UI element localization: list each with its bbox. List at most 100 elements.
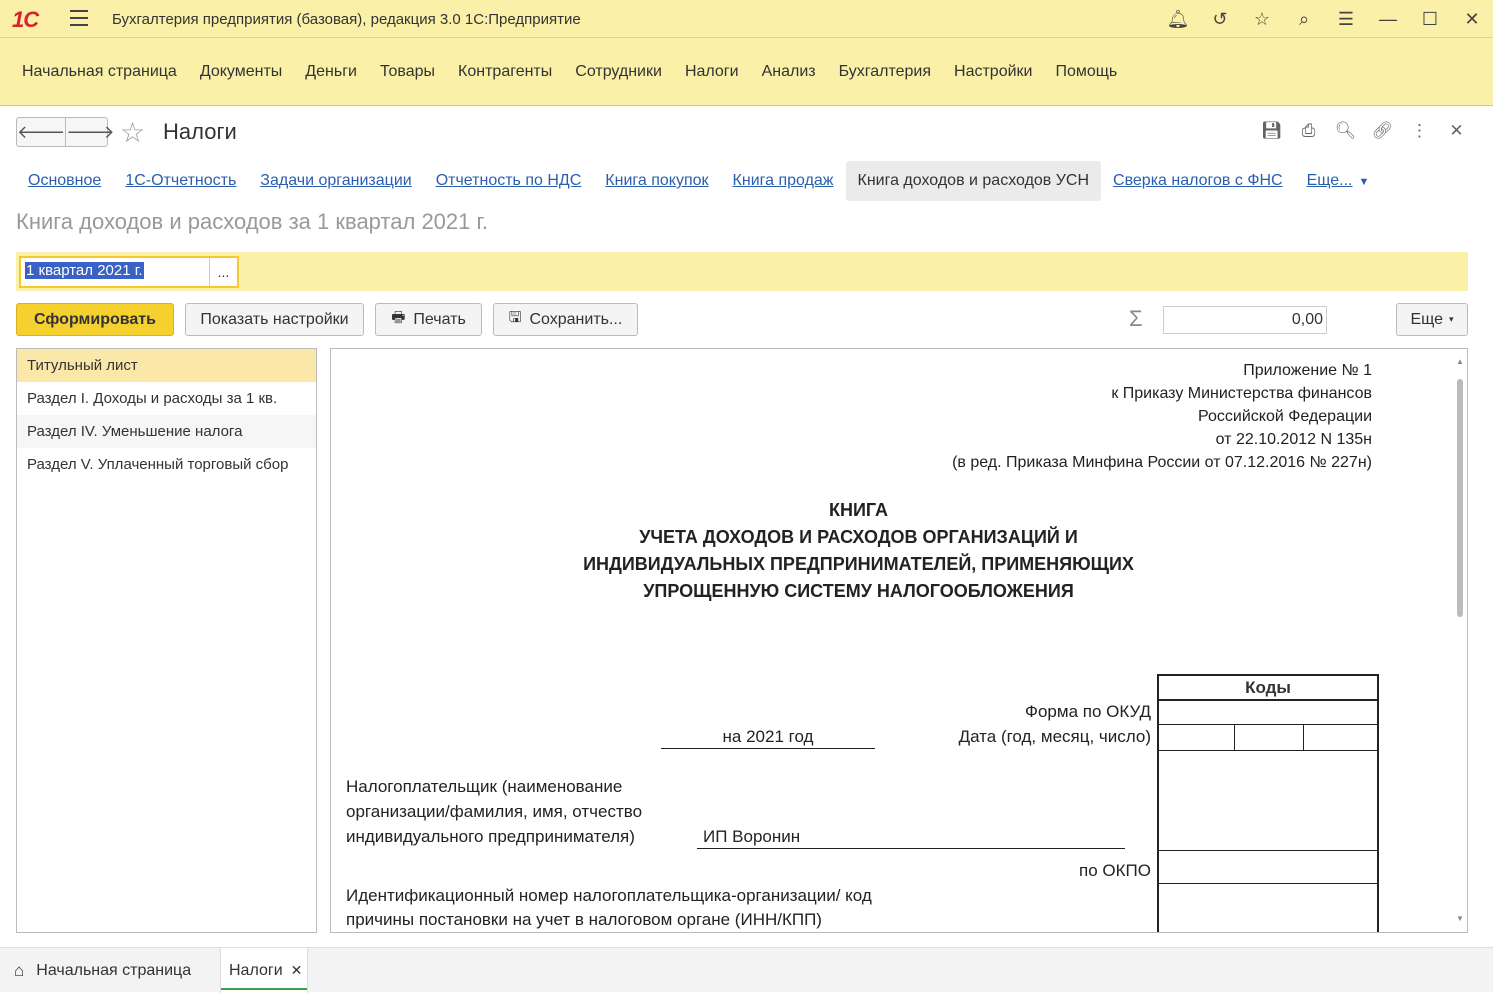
minimize-icon[interactable]: — (1367, 0, 1409, 38)
search-icon[interactable]: ⌕ (1283, 0, 1325, 38)
scroll-down-icon[interactable]: ▼ (1456, 914, 1464, 923)
taxpayer-label-line: организации/фамилия, имя, отчество (346, 802, 643, 821)
tab-fns-reconciliation[interactable]: Сверка налогов с ФНС (1101, 161, 1295, 201)
taxpayer-value: ИП Воронин (703, 827, 801, 846)
print-button[interactable]: 🖶 Печать (375, 303, 482, 336)
tab-more[interactable]: Еще... ▼ (1295, 161, 1382, 201)
tab-1c-reporting[interactable]: 1С-Отчетность (113, 161, 248, 201)
appendix-line: (в ред. Приказа Минфина России от 07.12.… (952, 454, 1372, 471)
bottom-tab-taxes[interactable]: Налоги ✕ (220, 948, 308, 993)
menu-item-goods[interactable]: Товары (380, 63, 435, 81)
page-title: Налоги (163, 119, 237, 144)
inn-label-line: Идентификационный номер налогоплательщик… (346, 886, 872, 905)
favorite-star-icon[interactable]: ☆ (120, 116, 145, 149)
book-title-line: УПРОЩЕННУЮ СИСТЕМУ НАЛОГООБЛОЖЕНИЯ (643, 581, 1074, 601)
menu-item-money[interactable]: Деньги (305, 63, 357, 81)
report-document[interactable]: Приложение № 1 к Приказу Министерства фи… (330, 348, 1468, 933)
taxpayer-underline (697, 848, 1125, 849)
sections-list: Титульный лист Раздел I. Доходы и расход… (16, 348, 317, 933)
preview-icon[interactable]: 🔍︎ (1327, 117, 1364, 145)
home-icon: ⌂ (14, 960, 25, 980)
save-button[interactable]: 🖫 Сохранить... (493, 303, 638, 336)
date-cells (1159, 725, 1377, 751)
bottom-tab-home[interactable]: ⌂ Начальная страница (0, 948, 214, 993)
book-title-line: УЧЕТА ДОХОДОВ И РАСХОДОВ ОРГАНИЗАЦИЙ И (639, 527, 1078, 547)
list-item[interactable]: Титульный лист (17, 349, 316, 382)
menu-item-documents[interactable]: Документы (200, 63, 282, 81)
taxpayer-code-cell (1159, 751, 1377, 851)
close-form-icon[interactable]: ✕ (1438, 117, 1475, 145)
period-bar: 1 квартал 2021 г. ... (16, 252, 1468, 291)
history-icon[interactable]: ↺ (1199, 0, 1241, 38)
tab-sales-book[interactable]: Книга продаж (721, 161, 846, 201)
okud-cell (1159, 701, 1377, 725)
main-menu-icon[interactable] (70, 10, 88, 28)
appendix-line: от 22.10.2012 N 135н (1215, 431, 1372, 448)
menu-item-accounting[interactable]: Бухгалтерия (839, 63, 931, 81)
close-icon[interactable]: ✕ (1451, 0, 1493, 38)
show-settings-button[interactable]: Показать настройки (185, 303, 364, 336)
inn-label-line: причины постановки на учет в налоговом о… (346, 910, 822, 929)
sum-field[interactable]: 0,00 (1163, 306, 1327, 334)
list-item[interactable]: Раздел IV. Уменьшение налога (17, 415, 316, 448)
year-label: на 2021 год (722, 727, 814, 746)
save-button-label: Сохранить... (529, 310, 623, 328)
menu-item-employees[interactable]: Сотрудники (575, 63, 662, 81)
book-title-line: ИНДИВИДУАЛЬНЫХ ПРЕДПРИНИМАТЕЛЕЙ, ПРИМЕНЯ… (583, 554, 1134, 574)
app-title: Бухгалтерия предприятия (базовая), редак… (112, 11, 581, 28)
open-windows-bar: ⌂ Начальная страница Налоги ✕ (0, 947, 1493, 993)
settings-menu-icon[interactable]: ☰ (1325, 0, 1367, 38)
save-icon[interactable]: 💾︎ (1253, 117, 1290, 145)
report-subtitle: Книга доходов и расходов за 1 квартал 20… (16, 209, 488, 234)
floppy-icon: 🖫 (508, 309, 522, 326)
print-icon[interactable]: ⎙ (1290, 117, 1327, 145)
period-field[interactable]: 1 квартал 2021 г. ... (19, 256, 239, 288)
tab-vat-reporting[interactable]: Отчетность по НДС (424, 161, 594, 201)
menu-item-home[interactable]: Начальная страница (22, 63, 177, 81)
printer-icon: 🖶 (391, 309, 406, 326)
inn-cell (1159, 884, 1377, 932)
close-tab-icon[interactable]: ✕ (291, 962, 303, 979)
sigma-icon: Σ (1129, 306, 1143, 331)
more-vertical-icon[interactable]: ⋮ (1401, 117, 1438, 145)
back-icon[interactable]: 🡐 (17, 118, 67, 146)
more-button-label: Еще (1410, 310, 1444, 328)
period-value[interactable]: 1 квартал 2021 г. (25, 262, 144, 279)
tab-org-tasks[interactable]: Задачи организации (248, 161, 423, 201)
tab-purchase-book[interactable]: Книга покупок (593, 161, 720, 201)
dropdown-arrow-icon: ▾ (1449, 314, 1454, 324)
date-label: Дата (год, месяц, число) (958, 727, 1151, 746)
print-button-label: Печать (413, 310, 466, 328)
year-underline (661, 748, 875, 749)
list-item[interactable]: Раздел V. Уплаченный торговый сбор (17, 448, 316, 481)
period-select-button[interactable]: ... (209, 258, 237, 286)
menu-item-taxes[interactable]: Налоги (685, 63, 739, 81)
okud-label: Форма по ОКУД (1025, 702, 1151, 721)
menu-item-counterparties[interactable]: Контрагенты (458, 63, 552, 81)
star-icon[interactable]: ☆ (1241, 0, 1283, 38)
okpo-label: по ОКПО (1079, 861, 1151, 880)
menu-item-help[interactable]: Помощь (1055, 63, 1117, 81)
scroll-up-icon[interactable]: ▲ (1456, 357, 1464, 366)
menu-item-analysis[interactable]: Анализ (762, 63, 816, 81)
tab-more-label: Еще... (1306, 172, 1353, 189)
sections-menu: Начальная страница Документы Деньги Това… (0, 38, 1493, 106)
document-scrollbar[interactable]: ▲ ▼ (1455, 355, 1465, 925)
appendix-line: Российской Федерации (1198, 408, 1372, 425)
scroll-thumb[interactable] (1457, 379, 1463, 617)
forward-icon[interactable]: 🡒 (66, 118, 114, 146)
menu-item-settings[interactable]: Настройки (954, 63, 1032, 81)
more-button[interactable]: Еще ▾ (1396, 303, 1468, 336)
generate-button[interactable]: Сформировать (16, 303, 174, 336)
link-icon[interactable]: 🔗︎ (1364, 117, 1401, 145)
maximize-icon[interactable]: ☐ (1409, 0, 1451, 38)
tab-usn-book[interactable]: Книга доходов и расходов УСН (845, 161, 1102, 201)
form-tabs: Основное 1С-Отчетность Задачи организаци… (16, 161, 1381, 201)
tab-main[interactable]: Основное (16, 161, 113, 201)
title-bar: 1С Бухгалтерия предприятия (базовая), ре… (0, 0, 1493, 38)
bell-icon[interactable]: 🔔︎ (1157, 0, 1199, 38)
bottom-tab-home-label: Начальная страница (36, 961, 192, 979)
codes-table: Коды (1157, 674, 1379, 932)
taxpayer-label-line: Налогоплательщик (наименование (346, 777, 623, 796)
list-item[interactable]: Раздел I. Доходы и расходы за 1 кв. (17, 382, 316, 415)
